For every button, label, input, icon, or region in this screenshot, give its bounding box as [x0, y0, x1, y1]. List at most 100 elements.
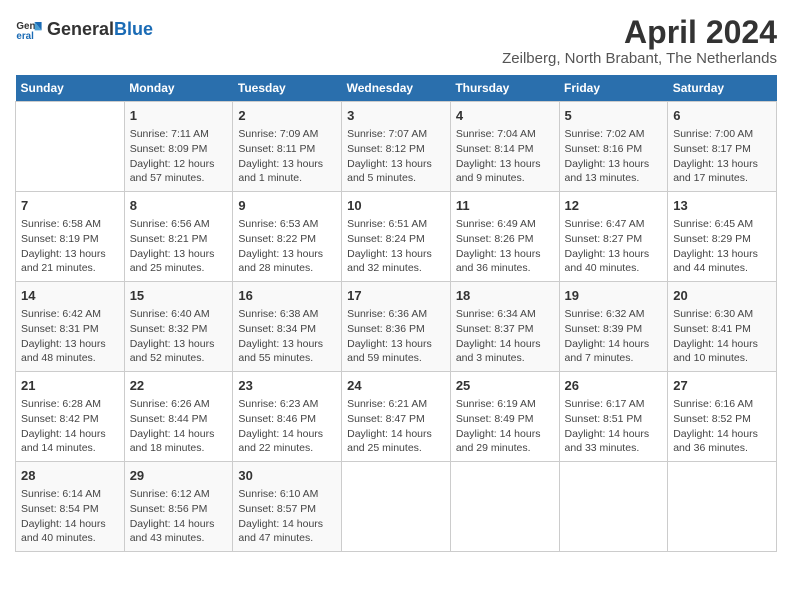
- calendar-cell: 10 Sunrise: 6:51 AMSunset: 8:24 PMDayligh…: [342, 192, 451, 282]
- calendar-cell: 20 Sunrise: 6:30 AMSunset: 8:41 PMDayligh…: [668, 282, 777, 372]
- calendar-cell: 2Sunrise: 7:09 AMSunset: 8:11 PMDaylight…: [233, 102, 342, 192]
- weekday-header-tuesday: Tuesday: [233, 75, 342, 102]
- calendar-cell: 11 Sunrise: 6:49 AMSunset: 8:26 PMDayligh…: [450, 192, 559, 282]
- cell-info: Sunrise: 6:21 AMSunset: 8:47 PMDaylight:…: [347, 397, 445, 456]
- cell-info: Sunrise: 6:32 AMSunset: 8:39 PMDaylight:…: [565, 307, 663, 366]
- cell-day-number: 9: [238, 197, 336, 215]
- cell-info: Sunrise: 7:04 AMSunset: 8:14 PMDaylight:…: [456, 127, 554, 186]
- calendar-cell: 21 Sunrise: 6:28 AMSunset: 8:42 PMDayligh…: [16, 372, 125, 462]
- cell-day-number: 15: [130, 287, 228, 305]
- cell-day-number: 6: [673, 107, 771, 125]
- cell-info: Sunrise: 6:38 AMSunset: 8:34 PMDaylight:…: [238, 307, 336, 366]
- cell-day-number: 28: [21, 467, 119, 485]
- logo-general: General: [47, 19, 114, 39]
- weekday-header-friday: Friday: [559, 75, 668, 102]
- cell-info: Sunrise: 7:11 AMSunset: 8:09 PMDaylight:…: [130, 127, 228, 186]
- page-title: April 2024: [502, 15, 777, 50]
- cell-info: Sunrise: 6:47 AMSunset: 8:27 PMDaylight:…: [565, 217, 663, 276]
- calendar-cell: 17 Sunrise: 6:36 AMSunset: 8:36 PMDayligh…: [342, 282, 451, 372]
- cell-day-number: 2: [238, 107, 336, 125]
- cell-day-number: 17: [347, 287, 445, 305]
- logo-icon: Gen eral: [15, 15, 43, 43]
- cell-day-number: 26: [565, 377, 663, 395]
- calendar-cell: 27 Sunrise: 6:16 AMSunset: 8:52 PMDayligh…: [668, 372, 777, 462]
- cell-info: Sunrise: 6:28 AMSunset: 8:42 PMDaylight:…: [21, 397, 119, 456]
- cell-info: Sunrise: 6:17 AMSunset: 8:51 PMDaylight:…: [565, 397, 663, 456]
- cell-day-number: 11: [456, 197, 554, 215]
- cell-info: Sunrise: 6:10 AMSunset: 8:57 PMDaylight:…: [238, 487, 336, 546]
- cell-day-number: 29: [130, 467, 228, 485]
- cell-day-number: 23: [238, 377, 336, 395]
- cell-day-number: 30: [238, 467, 336, 485]
- cell-day-number: 21: [21, 377, 119, 395]
- cell-info: Sunrise: 6:19 AMSunset: 8:49 PMDaylight:…: [456, 397, 554, 456]
- week-row-3: 14Sunrise: 6:42 AMSunset: 8:31 PMDayligh…: [16, 282, 777, 372]
- logo-blue: Blue: [114, 19, 153, 39]
- cell-info: Sunrise: 7:00 AMSunset: 8:17 PMDaylight:…: [673, 127, 771, 186]
- logo: Gen eral GeneralBlue: [15, 15, 153, 43]
- cell-day-number: 8: [130, 197, 228, 215]
- logo-wordmark: GeneralBlue: [47, 19, 153, 40]
- cell-day-number: 4: [456, 107, 554, 125]
- cell-info: Sunrise: 6:30 AMSunset: 8:41 PMDaylight:…: [673, 307, 771, 366]
- cell-info: Sunrise: 6:26 AMSunset: 8:44 PMDaylight:…: [130, 397, 228, 456]
- cell-day-number: 1: [130, 107, 228, 125]
- cell-info: Sunrise: 6:45 AMSunset: 8:29 PMDaylight:…: [673, 217, 771, 276]
- calendar-cell: 30 Sunrise: 6:10 AMSunset: 8:57 PMDayligh…: [233, 461, 342, 551]
- cell-day-number: 12: [565, 197, 663, 215]
- cell-info: Sunrise: 6:14 AMSunset: 8:54 PMDaylight:…: [21, 487, 119, 546]
- calendar-cell: 7 Sunrise: 6:58 AMSunset: 8:19 PMDaylight…: [16, 192, 125, 282]
- calendar-cell: [342, 461, 451, 551]
- weekday-row: SundayMondayTuesdayWednesdayThursdayFrid…: [16, 75, 777, 102]
- calendar-cell: 13Sunrise: 6:45 AMSunset: 8:29 PMDayligh…: [668, 192, 777, 282]
- calendar-cell: 25 Sunrise: 6:19 AMSunset: 8:49 PMDayligh…: [450, 372, 559, 462]
- cell-day-number: 10: [347, 197, 445, 215]
- cell-day-number: 7: [21, 197, 119, 215]
- calendar-cell: 14Sunrise: 6:42 AMSunset: 8:31 PMDayligh…: [16, 282, 125, 372]
- svg-text:eral: eral: [16, 31, 34, 42]
- calendar-cell: 15Sunrise: 6:40 AMSunset: 8:32 PMDayligh…: [124, 282, 233, 372]
- cell-info: Sunrise: 7:07 AMSunset: 8:12 PMDaylight:…: [347, 127, 445, 186]
- calendar-cell: 1 Sunrise: 7:11 AMSunset: 8:09 PMDaylight…: [124, 102, 233, 192]
- cell-day-number: 5: [565, 107, 663, 125]
- calendar-cell: 22 Sunrise: 6:26 AMSunset: 8:44 PMDayligh…: [124, 372, 233, 462]
- calendar-cell: 16 Sunrise: 6:38 AMSunset: 8:34 PMDayligh…: [233, 282, 342, 372]
- page-subtitle: Zeilberg, North Brabant, The Netherlands: [502, 50, 777, 67]
- week-row-2: 7 Sunrise: 6:58 AMSunset: 8:19 PMDaylight…: [16, 192, 777, 282]
- calendar-cell: 4 Sunrise: 7:04 AMSunset: 8:14 PMDaylight…: [450, 102, 559, 192]
- calendar-body: 1 Sunrise: 7:11 AMSunset: 8:09 PMDaylight…: [16, 102, 777, 552]
- weekday-header-thursday: Thursday: [450, 75, 559, 102]
- cell-info: Sunrise: 6:36 AMSunset: 8:36 PMDaylight:…: [347, 307, 445, 366]
- calendar-cell: 3Sunrise: 7:07 AMSunset: 8:12 PMDaylight…: [342, 102, 451, 192]
- cell-day-number: 25: [456, 377, 554, 395]
- cell-info: Sunrise: 6:12 AMSunset: 8:56 PMDaylight:…: [130, 487, 228, 546]
- calendar-cell: 19 Sunrise: 6:32 AMSunset: 8:39 PMDayligh…: [559, 282, 668, 372]
- cell-info: Sunrise: 6:49 AMSunset: 8:26 PMDaylight:…: [456, 217, 554, 276]
- cell-day-number: 20: [673, 287, 771, 305]
- cell-info: Sunrise: 6:56 AMSunset: 8:21 PMDaylight:…: [130, 217, 228, 276]
- calendar-cell: 18Sunrise: 6:34 AMSunset: 8:37 PMDayligh…: [450, 282, 559, 372]
- cell-day-number: 22: [130, 377, 228, 395]
- calendar-cell: 23Sunrise: 6:23 AMSunset: 8:46 PMDayligh…: [233, 372, 342, 462]
- calendar-cell: 9 Sunrise: 6:53 AMSunset: 8:22 PMDaylight…: [233, 192, 342, 282]
- cell-info: Sunrise: 6:53 AMSunset: 8:22 PMDaylight:…: [238, 217, 336, 276]
- calendar-cell: [450, 461, 559, 551]
- calendar-cell: 6 Sunrise: 7:00 AMSunset: 8:17 PMDaylight…: [668, 102, 777, 192]
- calendar-cell: 8 Sunrise: 6:56 AMSunset: 8:21 PMDaylight…: [124, 192, 233, 282]
- cell-info: Sunrise: 7:02 AMSunset: 8:16 PMDaylight:…: [565, 127, 663, 186]
- calendar-cell: [16, 102, 125, 192]
- week-row-4: 21 Sunrise: 6:28 AMSunset: 8:42 PMDayligh…: [16, 372, 777, 462]
- calendar-cell: 29 Sunrise: 6:12 AMSunset: 8:56 PMDayligh…: [124, 461, 233, 551]
- calendar-header: SundayMondayTuesdayWednesdayThursdayFrid…: [16, 75, 777, 102]
- cell-day-number: 19: [565, 287, 663, 305]
- calendar-cell: 5 Sunrise: 7:02 AMSunset: 8:16 PMDaylight…: [559, 102, 668, 192]
- cell-info: Sunrise: 6:58 AMSunset: 8:19 PMDaylight:…: [21, 217, 119, 276]
- cell-info: Sunrise: 6:51 AMSunset: 8:24 PMDaylight:…: [347, 217, 445, 276]
- cell-day-number: 18: [456, 287, 554, 305]
- cell-info: Sunrise: 6:16 AMSunset: 8:52 PMDaylight:…: [673, 397, 771, 456]
- cell-day-number: 16: [238, 287, 336, 305]
- calendar-table: SundayMondayTuesdayWednesdayThursdayFrid…: [15, 75, 777, 552]
- week-row-1: 1 Sunrise: 7:11 AMSunset: 8:09 PMDaylight…: [16, 102, 777, 192]
- weekday-header-saturday: Saturday: [668, 75, 777, 102]
- cell-day-number: 27: [673, 377, 771, 395]
